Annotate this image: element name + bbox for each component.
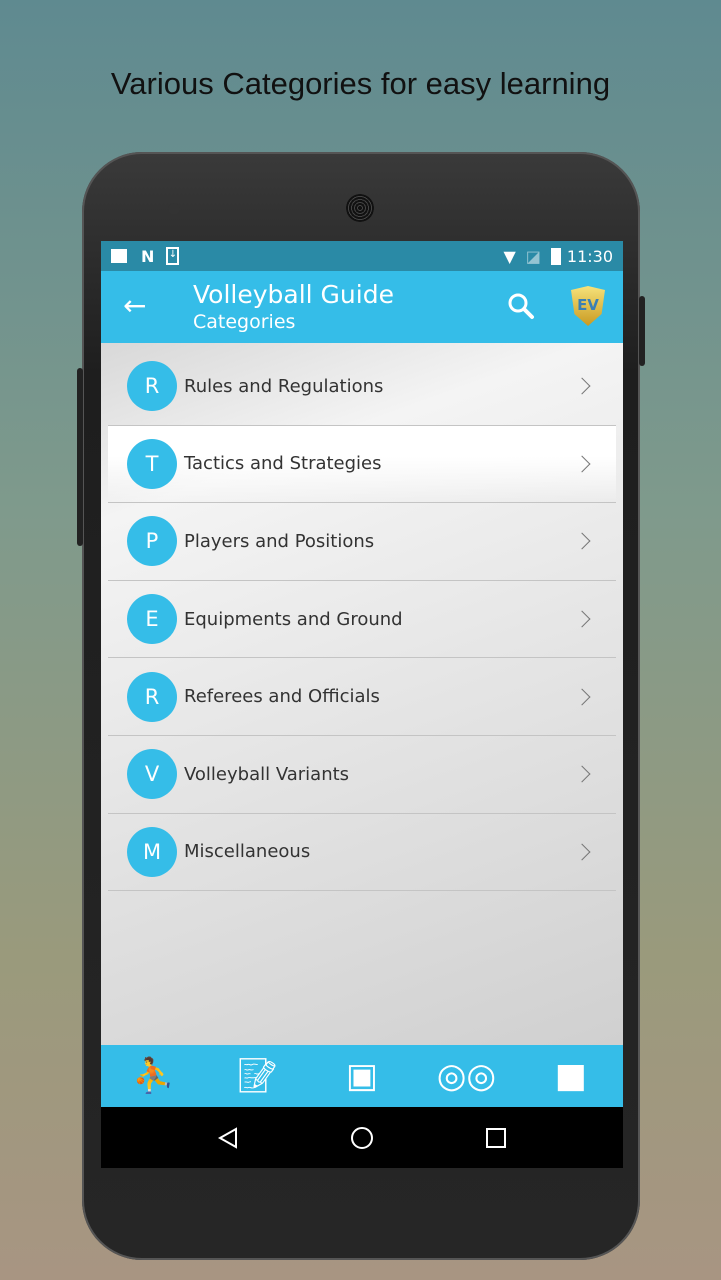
category-label: Tactics and Strategies (184, 453, 382, 475)
back-arrow-icon[interactable]: ← (123, 289, 146, 322)
headline: Various Categories for easy learning (110, 66, 611, 101)
chevron-right-icon (573, 610, 591, 628)
power-button (639, 296, 645, 366)
app-subtitle: Categories (193, 311, 296, 333)
no-sim-icon: ◪ (525, 246, 541, 266)
notes-edit-icon[interactable]: 📝︎ (228, 1056, 288, 1096)
category-letter-badge: P (127, 516, 177, 567)
wifi-icon: ▼ (503, 246, 516, 266)
category-item[interactable]: M Miscellaneous (108, 814, 616, 892)
category-item[interactable]: P Players and Positions (108, 503, 616, 581)
recents-square-icon[interactable] (484, 1126, 508, 1150)
image-icon (111, 249, 127, 263)
category-item[interactable]: E Equipments and Ground (108, 581, 616, 659)
battery-charging-icon (550, 247, 561, 265)
chevron-right-icon (573, 532, 591, 550)
chevron-right-icon (573, 765, 591, 783)
category-letter-badge: R (127, 671, 177, 722)
puzzle-icon[interactable]: ■ (541, 1056, 601, 1096)
category-label: Equipments and Ground (184, 608, 403, 630)
chevron-right-icon (573, 377, 591, 395)
front-camera (168, 203, 180, 215)
category-letter-badge: V (127, 749, 177, 800)
n-icon: N (141, 246, 155, 266)
speaker-grille (346, 194, 374, 222)
bottom-nav: ⛹ 📝︎ ▣ ◎◎ ■ (101, 1045, 623, 1107)
category-letter-badge: T (127, 438, 177, 489)
search-icon[interactable] (506, 291, 536, 321)
category-item[interactable]: V Volleyball Variants (108, 736, 616, 814)
category-letter-badge: E (127, 594, 177, 645)
download-icon: ↓ (166, 247, 180, 265)
volleyball-player-icon[interactable]: ⛹ (123, 1056, 183, 1096)
chevron-right-icon (573, 843, 591, 861)
volume-button (77, 368, 83, 546)
chevron-right-icon (573, 688, 591, 706)
app-title: Volleyball Guide (193, 280, 394, 309)
category-list: R Rules and Regulations T Tactics and Strat… (101, 343, 623, 1045)
app-bar: ← Volleyball Guide Categories EV (101, 271, 623, 343)
category-label: Players and Positions (184, 530, 375, 552)
category-letter-badge: M (127, 826, 177, 877)
category-letter-badge: R (127, 361, 177, 412)
category-label: Referees and Officials (184, 686, 380, 708)
screen: N ↓ ▼ ◪ 11:30 ← Volleyball Guide Categor… (101, 241, 623, 1168)
status-bar: N ↓ ▼ ◪ 11:30 (101, 241, 623, 271)
ev-logo[interactable]: EV (571, 286, 605, 326)
category-label: Rules and Regulations (184, 375, 384, 397)
category-item[interactable]: R Referees and Officials (108, 658, 616, 736)
category-item[interactable]: R Rules and Regulations (108, 348, 616, 426)
chevron-right-icon (573, 455, 591, 473)
home-circle-icon[interactable] (349, 1125, 375, 1151)
status-time: 11:30 (566, 246, 613, 266)
system-nav-bar (101, 1107, 623, 1168)
category-item[interactable]: T Tactics and Strategies (108, 425, 616, 504)
category-label: Volleyball Variants (184, 763, 350, 785)
owl-icon[interactable]: ◎◎ (436, 1056, 496, 1096)
back-triangle-icon[interactable] (216, 1126, 240, 1150)
box-download-icon[interactable]: ▣ (332, 1056, 392, 1096)
category-label: Miscellaneous (184, 841, 311, 863)
